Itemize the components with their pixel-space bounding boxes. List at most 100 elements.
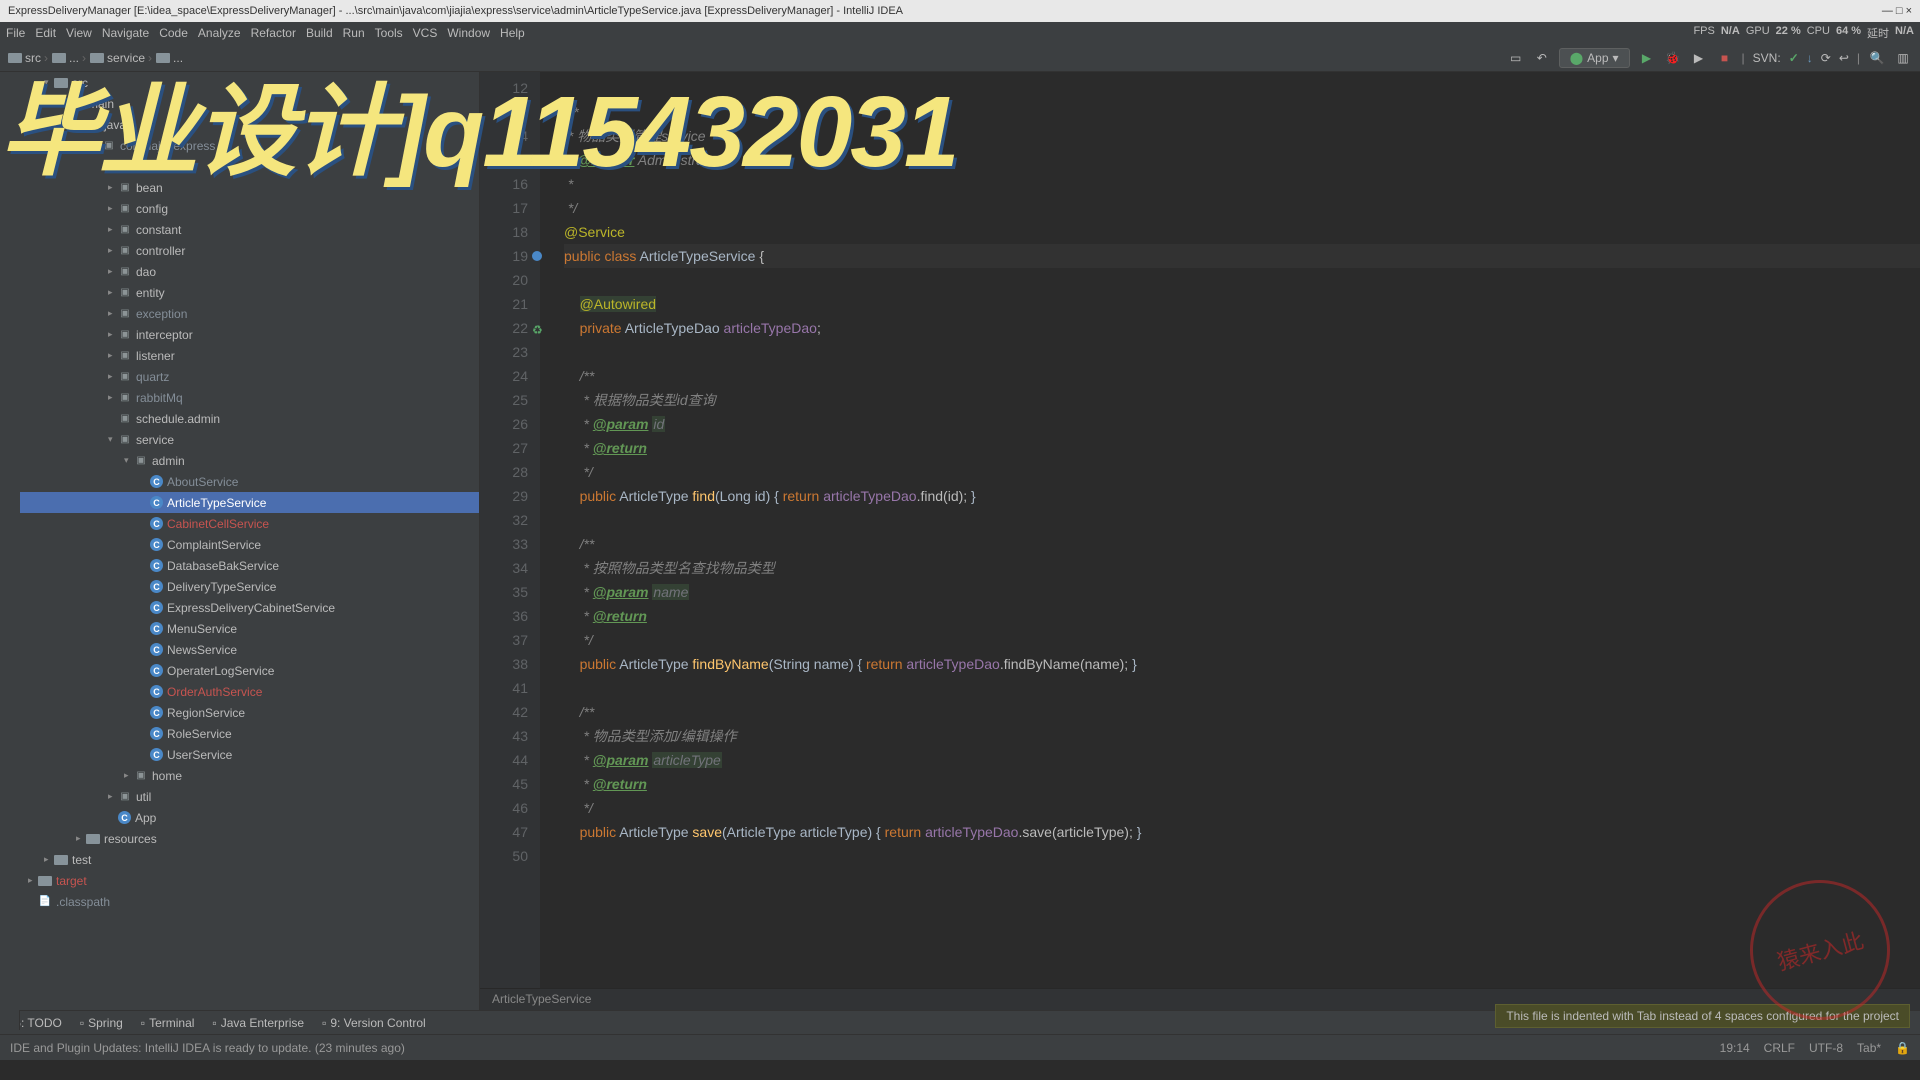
menu-edit[interactable]: Edit <box>35 26 56 40</box>
tree-arrow-icon[interactable]: ▸ <box>124 770 134 781</box>
menu-navigate[interactable]: Navigate <box>102 26 149 40</box>
tree-item-quartz[interactable]: ▸▣quartz <box>20 366 479 387</box>
menu-view[interactable]: View <box>66 26 92 40</box>
tree-item-listener[interactable]: ▸▣listener <box>20 345 479 366</box>
stop-button[interactable]: ■ <box>1716 49 1734 67</box>
tree-arrow-icon[interactable]: ▸ <box>108 287 118 298</box>
tree-item--classpath[interactable]: 📄.classpath <box>20 891 479 912</box>
tree-arrow-icon[interactable]: ▾ <box>124 455 134 466</box>
editor-hint-popup[interactable]: This file is indented with Tab instead o… <box>1495 1004 1910 1028</box>
tree-item-DatabaseBakService[interactable]: CDatabaseBakService <box>20 555 479 576</box>
tool-window-terminal[interactable]: ▫Terminal <box>141 1016 195 1030</box>
tree-arrow-icon[interactable]: ▸ <box>108 182 118 193</box>
tree-item-home[interactable]: ▸▣home <box>20 765 479 786</box>
tree-item-rabbitMq[interactable]: ▸▣rabbitMq <box>20 387 479 408</box>
tree-arrow-icon[interactable]: ▸ <box>108 350 118 361</box>
tree-item-target[interactable]: ▸target <box>20 870 479 891</box>
run-config-selector[interactable]: ⬤ App ▾ <box>1559 48 1630 68</box>
tree-item-com-jiajia-express[interactable]: ▾▣com.jiajia.express <box>20 135 479 156</box>
debug-button[interactable]: 🐞 <box>1664 49 1682 67</box>
tree-arrow-icon[interactable]: ▾ <box>60 98 70 109</box>
run-button[interactable]: ▶ <box>1638 49 1656 67</box>
window-controls[interactable]: — □ × <box>1882 5 1912 17</box>
coverage-button[interactable]: ▶ <box>1690 49 1708 67</box>
svn-revert-icon[interactable]: ↩ <box>1839 51 1849 65</box>
tree-item-schedule-admin[interactable]: ▣schedule.admin <box>20 408 479 429</box>
tree-arrow-icon[interactable]: ▸ <box>28 875 38 886</box>
tree-item-CabinetCellService[interactable]: CCabinetCellService <box>20 513 479 534</box>
tree-item-RegionService[interactable]: CRegionService <box>20 702 479 723</box>
tool-window-java-enterprise[interactable]: ▫Java Enterprise <box>212 1016 304 1030</box>
menu-window[interactable]: Window <box>447 26 490 40</box>
inspect-icon[interactable]: 🔒 <box>1895 1041 1910 1055</box>
line-separator[interactable]: CRLF <box>1764 1041 1795 1055</box>
menu-file[interactable]: File <box>6 26 25 40</box>
tool-window-spring[interactable]: ▫Spring <box>80 1016 123 1030</box>
tree-item-controller[interactable]: ▸▣controller <box>20 240 479 261</box>
tree-arrow-icon[interactable]: ▸ <box>108 245 118 256</box>
tree-item-entity[interactable]: ▸▣entity <box>20 282 479 303</box>
tree-item-service[interactable]: ▾▣service <box>20 429 479 450</box>
file-encoding[interactable]: UTF-8 <box>1809 1041 1843 1055</box>
tree-item-annotion[interactable]: ▸▣annotion <box>20 156 479 177</box>
tree-arrow-icon[interactable]: ▾ <box>76 119 86 130</box>
menu-run[interactable]: Run <box>343 26 365 40</box>
back-icon[interactable]: ↶ <box>1533 49 1551 67</box>
tree-arrow-icon[interactable]: ▸ <box>108 203 118 214</box>
tree-item-config[interactable]: ▸▣config <box>20 198 479 219</box>
menu-tools[interactable]: Tools <box>375 26 403 40</box>
project-tool-window[interactable]: ▾src▾main▾java▾▣com.jiajia.express▸▣anno… <box>0 72 480 1010</box>
menu-analyze[interactable]: Analyze <box>198 26 241 40</box>
tree-item-main[interactable]: ▾main <box>20 93 479 114</box>
tree-item-OrderAuthService[interactable]: COrderAuthService <box>20 681 479 702</box>
caret-position[interactable]: 19:14 <box>1720 1041 1750 1055</box>
svn-update-icon[interactable]: ↓ <box>1807 51 1813 65</box>
tree-item-test[interactable]: ▸test <box>20 849 479 870</box>
tree-item-NewsService[interactable]: CNewsService <box>20 639 479 660</box>
tree-arrow-icon[interactable]: ▾ <box>108 434 118 445</box>
tree-item-dao[interactable]: ▸▣dao <box>20 261 479 282</box>
tree-arrow-icon[interactable]: ▸ <box>108 371 118 382</box>
tree-item-ComplaintService[interactable]: CComplaintService <box>20 534 479 555</box>
tree-arrow-icon[interactable]: ▸ <box>108 224 118 235</box>
svn-history-icon[interactable]: ⟳ <box>1821 51 1831 65</box>
breadcrumb-segment[interactable]: ... › <box>52 51 86 65</box>
tree-item-DeliveryTypeService[interactable]: CDeliveryTypeService <box>20 576 479 597</box>
tree-arrow-icon[interactable]: ▸ <box>76 833 86 844</box>
menu-build[interactable]: Build <box>306 26 333 40</box>
tree-item-RoleService[interactable]: CRoleService <box>20 723 479 744</box>
tree-item-MenuService[interactable]: CMenuService <box>20 618 479 639</box>
tree-item-App[interactable]: CApp <box>20 807 479 828</box>
search-icon[interactable]: 🔍 <box>1868 49 1886 67</box>
indent-setting[interactable]: Tab* <box>1857 1041 1881 1055</box>
tree-arrow-icon[interactable]: ▸ <box>108 329 118 340</box>
tree-item-ArticleTypeService[interactable]: CArticleTypeService <box>20 492 479 513</box>
tree-item-util[interactable]: ▸▣util <box>20 786 479 807</box>
tree-arrow-icon[interactable]: ▾ <box>92 140 102 151</box>
tree-item-admin[interactable]: ▾▣admin <box>20 450 479 471</box>
tree-arrow-icon[interactable]: ▸ <box>108 266 118 277</box>
breadcrumb-segment[interactable]: ... <box>156 51 183 65</box>
tree-arrow-icon[interactable]: ▸ <box>108 161 118 172</box>
tree-item-ExpressDeliveryCabinetService[interactable]: CExpressDeliveryCabinetService <box>20 597 479 618</box>
layout-icon[interactable]: ▭ <box>1507 49 1525 67</box>
svn-commit-icon[interactable]: ✓ <box>1789 51 1799 65</box>
menu-code[interactable]: Code <box>159 26 188 40</box>
menu-help[interactable]: Help <box>500 26 525 40</box>
tree-item-interceptor[interactable]: ▸▣interceptor <box>20 324 479 345</box>
menu-refactor[interactable]: Refactor <box>251 26 296 40</box>
tree-item-AboutService[interactable]: CAboutService <box>20 471 479 492</box>
menu-vcs[interactable]: VCS <box>413 26 438 40</box>
editor-gutter[interactable]: 1213141516171819202122♻23242526272829323… <box>480 72 540 988</box>
tree-item-bean[interactable]: ▸▣bean <box>20 177 479 198</box>
code-area[interactable]: /** * 物品类型管理service * @author Administra… <box>540 72 1920 988</box>
editor[interactable]: 1213141516171819202122♻23242526272829323… <box>480 72 1920 1010</box>
tree-item-OperaterLogService[interactable]: COperaterLogService <box>20 660 479 681</box>
tree-item-src[interactable]: ▾src <box>20 72 479 93</box>
tree-arrow-icon[interactable]: ▸ <box>108 791 118 802</box>
tree-item-constant[interactable]: ▸▣constant <box>20 219 479 240</box>
tree-item-resources[interactable]: ▸resources <box>20 828 479 849</box>
tree-arrow-icon[interactable]: ▸ <box>108 392 118 403</box>
breadcrumb-segment[interactable]: service › <box>90 51 152 65</box>
tree-item-exception[interactable]: ▸▣exception <box>20 303 479 324</box>
